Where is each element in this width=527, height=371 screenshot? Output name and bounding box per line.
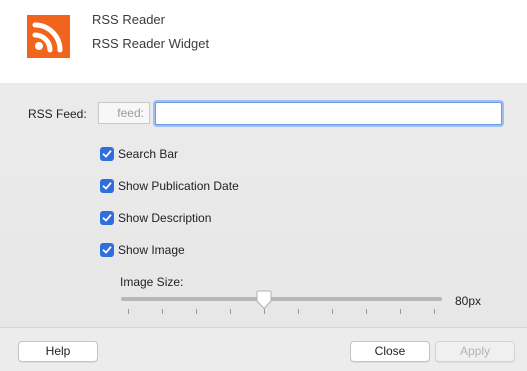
search-bar-option[interactable]: Search Bar: [100, 146, 178, 162]
checkmark-icon: [102, 246, 112, 254]
rss-feed-input[interactable]: [155, 102, 502, 125]
slider-tick: [196, 309, 197, 314]
feed-prefix: feed:: [98, 102, 150, 124]
slider-tick: [400, 309, 401, 314]
show-publication-date-checkbox[interactable]: [100, 179, 114, 193]
show-publication-date-option[interactable]: Show Publication Date: [100, 178, 239, 194]
slider-tick: [434, 309, 435, 314]
show-image-option[interactable]: Show Image: [100, 242, 185, 258]
checkmark-icon: [102, 150, 112, 158]
slider-tick: [162, 309, 163, 314]
button-bar: Help Close Apply: [0, 327, 527, 371]
image-size-value: 80px: [455, 294, 482, 308]
app-subtitle: RSS Reader Widget: [92, 36, 210, 51]
show-publication-date-label: Show Publication Date: [118, 179, 239, 193]
checkmark-icon: [102, 214, 112, 222]
image-size-slider-knob[interactable]: [255, 290, 273, 310]
image-size-label: Image Size:: [120, 275, 184, 289]
rss-icon: [27, 15, 70, 58]
image-size-slider-track[interactable]: [121, 297, 442, 301]
app-title: RSS Reader: [92, 12, 165, 27]
rss-feed-label: RSS Feed:: [28, 107, 87, 121]
search-bar-checkbox[interactable]: [100, 147, 114, 161]
slider-tick: [298, 309, 299, 314]
show-image-label: Show Image: [118, 243, 185, 257]
search-bar-label: Search Bar: [118, 147, 179, 161]
slider-tick: [128, 309, 129, 314]
close-button[interactable]: Close: [350, 341, 430, 362]
checkmark-icon: [102, 182, 112, 190]
show-description-option[interactable]: Show Description: [100, 210, 211, 226]
slider-tick: [332, 309, 333, 314]
slider-tick: [366, 309, 367, 314]
show-description-label: Show Description: [118, 211, 212, 225]
slider-tick: [230, 309, 231, 314]
settings-panel: RSS Feed: feed: Search Bar Show Publicat…: [0, 83, 527, 327]
help-button[interactable]: Help: [18, 341, 98, 362]
show-image-checkbox[interactable]: [100, 243, 114, 257]
show-description-checkbox[interactable]: [100, 211, 114, 225]
widget-header: RSS Reader RSS Reader Widget: [0, 0, 527, 83]
apply-button[interactable]: Apply: [435, 341, 515, 362]
